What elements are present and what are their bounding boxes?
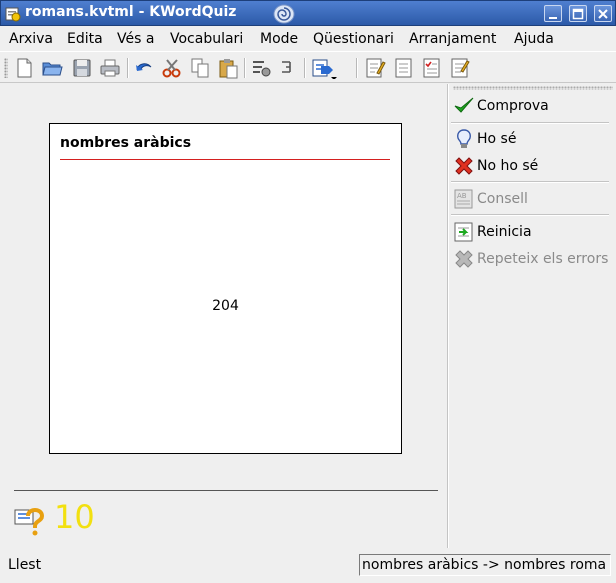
lightbulb-icon (457, 129, 471, 148)
toolbar-separator (127, 58, 129, 78)
action-panel: Comprova Ho sé No ho sé AB Consell Reini… (449, 84, 616, 548)
hint-button[interactable]: AB Consell (453, 188, 613, 210)
check-button[interactable]: Comprova (453, 95, 613, 117)
cut-icon[interactable] (161, 57, 183, 79)
score-divider (14, 490, 438, 491)
panel-grip[interactable] (453, 86, 613, 90)
menu-bar: Arxiva Edita Vés a Vocabulari Mode Qüest… (0, 27, 616, 51)
restart-button[interactable]: Reinicia (453, 221, 613, 243)
red-x-icon (455, 157, 473, 175)
know-label: Ho sé (477, 131, 517, 147)
title-bar: romans.kvtml - KWordQuiz (0, 0, 616, 26)
dont-know-label: No ho sé (477, 158, 539, 174)
question-score-icon (14, 508, 45, 536)
restart-label: Reinicia (477, 224, 532, 240)
toolbar-separator (356, 58, 358, 78)
score-count: 10 (54, 498, 95, 536)
toolbar-separator (304, 58, 306, 78)
editor-icon[interactable] (364, 57, 386, 79)
column-icon[interactable] (276, 57, 298, 79)
card-title-underline (60, 159, 390, 160)
restart-icon (454, 222, 473, 242)
panel-separator (451, 214, 609, 216)
hint-label: Consell (477, 191, 528, 207)
minimize-icon (549, 17, 557, 19)
card-value: 204 (212, 298, 239, 314)
menu-ajuda[interactable]: Ajuda (514, 31, 554, 47)
menu-ves-a[interactable]: Vés a (117, 31, 154, 47)
repeat-errors-label: Repeteix els errors (477, 251, 609, 267)
quiz-area: nombres aràbics 204 10 (2, 84, 446, 548)
window-title: romans.kvtml - KWordQuiz (25, 4, 237, 20)
menu-mode[interactable]: Mode (260, 31, 298, 47)
multiple-choice-icon[interactable] (421, 57, 443, 79)
toolbar-grip[interactable] (4, 58, 8, 78)
configure-icon[interactable] (250, 57, 272, 79)
flashcard[interactable]: nombres aràbics 204 (49, 123, 402, 454)
save-icon[interactable] (71, 57, 93, 79)
menu-questionari[interactable]: Qüestionari (313, 31, 394, 47)
quiz-direction-status: nombres aràbics -> nombres roma (359, 554, 611, 576)
svg-text:AB: AB (457, 192, 467, 200)
maximize-icon (572, 8, 584, 20)
menu-edita[interactable]: Edita (67, 31, 103, 47)
close-icon (598, 9, 608, 19)
hint-icon: AB (454, 189, 473, 209)
open-folder-icon[interactable] (41, 57, 63, 79)
copy-icon[interactable] (189, 57, 211, 79)
maximize-button[interactable] (569, 5, 587, 22)
checkmark-icon (454, 97, 474, 113)
main-toolbar (0, 51, 616, 83)
question-answer-icon[interactable] (449, 57, 471, 79)
flashcard-icon[interactable] (393, 57, 415, 79)
toolbar-separator (244, 58, 246, 78)
know-button[interactable]: Ho sé (453, 128, 613, 150)
print-icon[interactable] (99, 57, 121, 79)
check-label: Comprova (477, 98, 549, 114)
panel-separator (451, 122, 609, 124)
status-bar: Llest nombres aràbics -> nombres roma (0, 550, 616, 583)
minimize-button[interactable] (544, 5, 562, 22)
paste-icon[interactable] (217, 57, 239, 79)
kwordquiz-app-icon (5, 7, 21, 22)
close-button[interactable] (594, 5, 612, 22)
window-menu-swirl-icon[interactable] (273, 4, 295, 24)
undo-icon[interactable] (133, 57, 155, 79)
mode-menu-icon[interactable] (311, 57, 339, 79)
repeat-errors-button[interactable]: Repeteix els errors (453, 248, 613, 270)
menu-arranjament[interactable]: Arranjament (409, 31, 496, 47)
new-document-icon[interactable] (13, 57, 35, 79)
card-title: nombres aràbics (60, 135, 192, 151)
menu-vocabulari[interactable]: Vocabulari (170, 31, 243, 47)
panel-separator (451, 181, 609, 183)
status-text: Llest (8, 557, 42, 573)
menu-arxiva[interactable]: Arxiva (9, 31, 53, 47)
repeat-errors-icon (455, 250, 473, 268)
dont-know-button[interactable]: No ho sé (453, 155, 613, 177)
